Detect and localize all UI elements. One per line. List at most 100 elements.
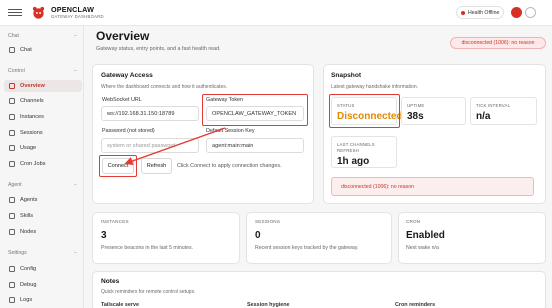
- snapshot-subtitle: Latest gateway handshake information.: [331, 84, 418, 90]
- note-session-hygiene: Session hygiene: [247, 302, 290, 308]
- cron-desc: Next wake n/a: [406, 245, 439, 251]
- sidebar-item-overview[interactable]: Overview: [4, 80, 82, 92]
- health-status-label: Health Offline: [468, 9, 500, 16]
- notes-subtitle: Quick reminders for remote control setup…: [101, 289, 196, 295]
- sidebar-item-cron-jobs[interactable]: Cron Jobs: [4, 158, 82, 170]
- claw-icon[interactable]: [511, 7, 522, 18]
- stat-last-channels-refresh: LAST CHANNELS REFRESH 1h ago: [331, 136, 397, 168]
- stat-value: 38s: [407, 111, 424, 122]
- instances-key: INSTANCES: [101, 219, 129, 224]
- sidebar-item-label: Agents: [20, 197, 38, 203]
- stat-key: UPTIME: [407, 103, 425, 108]
- config-icon: [9, 266, 15, 272]
- gateway-token-label: Gateway Token: [206, 97, 244, 103]
- sidebar-item-label: Nodes: [20, 229, 37, 235]
- collapse-icon[interactable]: –: [74, 33, 77, 39]
- sidebar-item-label: Channels: [20, 98, 44, 104]
- overview-icon: [9, 83, 15, 89]
- debug-icon: [9, 282, 15, 288]
- health-status-badge[interactable]: Health Offline: [456, 6, 504, 19]
- password-label: Password (not stored): [102, 128, 155, 134]
- gateway-token-field[interactable]: OPENCLAW_GATEWAY_TOKEN: [206, 106, 304, 121]
- websocket-url-label: WebSocket URL: [102, 97, 142, 103]
- sidebar-item-label: Instances: [20, 114, 44, 120]
- note-cron-reminders: Cron reminders: [395, 302, 436, 308]
- sidebar-item-label: Usage: [20, 145, 37, 151]
- sessions-icon: [9, 130, 15, 136]
- top-bar: OPENCLAW GATEWAY DASHBOARD Health Offlin…: [0, 0, 552, 26]
- note-tailscale: Tailscale serve: [101, 302, 139, 308]
- sidebar-item-label: Logs: [20, 297, 33, 303]
- sidebar-item-logs[interactable]: Logs: [4, 294, 82, 306]
- page-title: Overview: [96, 29, 150, 43]
- skills-icon: [9, 213, 15, 219]
- brand: OPENCLAW GATEWAY DASHBOARD: [51, 6, 104, 18]
- sidebar-section-chat: Chat: [8, 33, 19, 39]
- sessions-value: 0: [255, 230, 261, 241]
- sidebar-item-chat[interactable]: Chat: [4, 44, 82, 56]
- connect-hint: Click Connect to apply connection change…: [177, 163, 282, 169]
- instances-value: 3: [101, 230, 107, 241]
- connect-button[interactable]: Connect: [102, 158, 134, 174]
- sidebar: Chat – Chat Control – Overview Channels …: [0, 26, 84, 308]
- menu-icon[interactable]: [8, 8, 22, 17]
- channels-icon: [9, 98, 15, 104]
- notes-title: Notes: [101, 278, 120, 285]
- sidebar-item-config[interactable]: Config: [4, 263, 82, 275]
- stat-value: 1h ago: [337, 156, 370, 167]
- stat-key: LAST CHANNELS REFRESH: [337, 142, 375, 154]
- page-subtitle: Gateway status, entry points, and a fast…: [96, 46, 221, 52]
- sidebar-item-label: Overview: [20, 83, 45, 89]
- cron-icon: [9, 161, 15, 167]
- instances-icon: [9, 114, 15, 120]
- sidebar-item-usage[interactable]: Usage: [4, 142, 82, 154]
- sidebar-section-control: Control: [8, 68, 25, 74]
- stat-key: TICK INTERVAL: [476, 103, 511, 108]
- sidebar-section-agent: Agent: [8, 182, 22, 188]
- sidebar-item-channels[interactable]: Channels: [4, 95, 82, 107]
- sidebar-item-nodes[interactable]: Nodes: [4, 226, 82, 238]
- stat-key: STATUS: [337, 103, 355, 108]
- openclaw-logo-icon: [32, 6, 45, 19]
- collapse-icon[interactable]: –: [74, 250, 77, 256]
- sidebar-item-agents[interactable]: Agents: [4, 194, 82, 206]
- session-key-field[interactable]: agent:main:main: [206, 138, 304, 153]
- sidebar-item-instances[interactable]: Instances: [4, 111, 82, 123]
- sidebar-item-label: Config: [20, 266, 37, 272]
- sidebar-item-label: Debug: [20, 282, 37, 288]
- logs-icon: [9, 297, 15, 303]
- refresh-button[interactable]: Refresh: [141, 158, 172, 174]
- session-key-label: Default Session Key: [206, 128, 255, 134]
- password-field[interactable]: system or shared password: [101, 138, 199, 153]
- sidebar-item-label: Sessions: [20, 130, 43, 136]
- stat-tick-interval: TICK INTERVAL n/a: [470, 97, 537, 125]
- sessions-desc: Recent session keys tracked by the gatew…: [255, 245, 359, 251]
- status-dot-icon: [461, 10, 465, 15]
- cron-key: CRON: [406, 219, 421, 224]
- stat-status: STATUS Disconnected: [331, 97, 403, 125]
- nodes-icon: [9, 229, 15, 235]
- gateway-access-title: Gateway Access: [101, 72, 153, 79]
- stat-value: n/a: [476, 111, 491, 122]
- chat-icon: [9, 47, 15, 53]
- snapshot-error-banner: disconnected (1006): no reason: [331, 177, 534, 196]
- cron-value: Enabled: [406, 230, 445, 241]
- connection-status-pill: disconnected (1006): no reason: [450, 37, 546, 49]
- brand-name: OPENCLAW: [51, 5, 95, 15]
- sidebar-item-debug[interactable]: Debug: [4, 279, 82, 291]
- instances-desc: Presence beacons in the last 5 minutes.: [101, 245, 193, 251]
- sidebar-item-label: Skills: [20, 213, 34, 219]
- agents-icon: [9, 197, 15, 203]
- snapshot-title: Snapshot: [331, 72, 362, 79]
- theme-toggle-icon[interactable]: [525, 7, 536, 18]
- sidebar-item-label: Cron Jobs: [20, 161, 46, 167]
- sidebar-item-sessions[interactable]: Sessions: [4, 127, 82, 139]
- sidebar-item-skills[interactable]: Skills: [4, 210, 82, 222]
- gateway-access-subtitle: Where the dashboard connects and how it …: [101, 84, 228, 90]
- collapse-icon[interactable]: –: [74, 68, 77, 74]
- sessions-key: SESSIONS: [255, 219, 281, 224]
- brand-subtitle: GATEWAY DASHBOARD: [51, 13, 104, 19]
- collapse-icon[interactable]: –: [74, 182, 77, 188]
- usage-icon: [9, 145, 15, 151]
- websocket-url-field[interactable]: ws://192.168.31.150:18789: [101, 106, 199, 121]
